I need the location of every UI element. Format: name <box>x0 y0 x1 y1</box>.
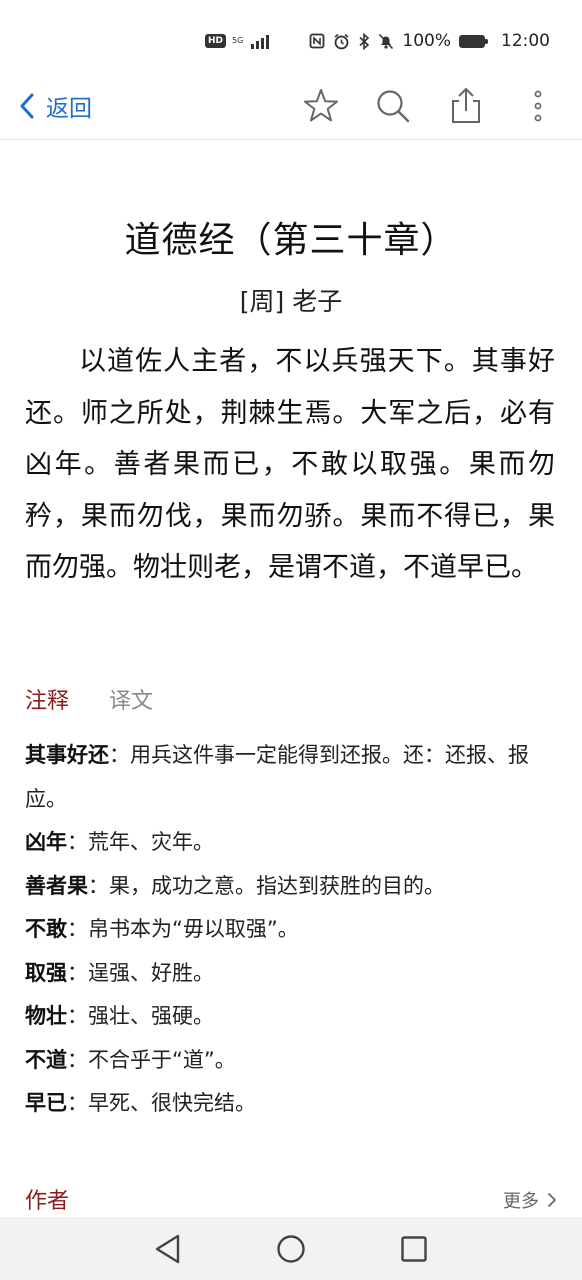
recents-square-icon[interactable] <box>394 1229 434 1269</box>
more-vertical-icon[interactable] <box>518 86 558 126</box>
back-label: 返回 <box>46 96 92 122</box>
chevron-right-icon <box>548 1193 556 1207</box>
bluetooth-icon <box>359 32 370 50</box>
tab-annotations[interactable]: 注释 <box>25 683 69 715</box>
note-term: 凶年 <box>25 830 67 854</box>
search-icon[interactable] <box>373 86 413 126</box>
clock: 12:00 <box>501 31 550 51</box>
note-item: 不道：不合乎于“道”。 <box>25 1039 545 1083</box>
poem-author: [周] 老子 <box>239 287 343 316</box>
annotations-list: 其事好还：用兵这件事一定能得到还报。还：还报、报应。 凶年：荒年、灾年。 善者果… <box>25 734 545 1126</box>
author-heading: 作者 <box>25 1189 70 1214</box>
note-term: 不道 <box>25 1047 67 1072</box>
note-term: 其事好还 <box>25 743 109 767</box>
network-type: 5G <box>232 36 244 45</box>
tab-translation[interactable]: 译文 <box>109 683 153 715</box>
status-right: 100% 12:00 <box>309 31 550 51</box>
note-text: ：不合乎于“道”。 <box>67 1047 236 1072</box>
mute-icon <box>379 33 394 49</box>
poem-body: 以道佐人主者，不以兵强天下。其事好还。师之所处，荆棘生焉。大军之后，必有凶年。善… <box>25 346 555 583</box>
note-term: 不敢 <box>25 917 67 941</box>
note-item: 物壮：强壮、强硬。 <box>25 995 545 1039</box>
back-triangle-icon[interactable] <box>148 1229 188 1269</box>
note-text: ：荒年、灾年。 <box>67 830 214 854</box>
content-area[interactable]: 道德经（第三十章） [周] 老子 以道佐人主者，不以兵强天下。其事好还。师之所处… <box>0 141 582 1217</box>
note-term: 取强 <box>25 960 67 985</box>
share-icon[interactable] <box>446 86 486 126</box>
battery-icon <box>459 34 488 48</box>
chevron-left-icon <box>20 93 34 119</box>
note-item: 取强：逞强、好胜。 <box>25 952 545 996</box>
note-text: ：帛书本为“毋以取强”。 <box>67 917 299 941</box>
poem-title: 道德经（第三十章） <box>124 220 458 261</box>
note-term: 早已 <box>25 1091 67 1115</box>
note-term: 物壮 <box>25 1004 67 1028</box>
more-label: 更多 <box>503 1191 539 1212</box>
tab-bar: 注释 译文 <box>25 683 153 715</box>
star-icon[interactable] <box>301 86 341 126</box>
home-circle-icon[interactable] <box>271 1229 311 1269</box>
toolbar: 返回 <box>0 72 582 140</box>
back-button[interactable]: 返回 <box>18 86 92 126</box>
note-text: ：早死、很快完结。 <box>67 1091 256 1115</box>
note-item: 不敢：帛书本为“毋以取强”。 <box>25 908 545 952</box>
note-item: 早已：早死、很快完结。 <box>25 1082 545 1126</box>
hd-icon: HD <box>205 34 227 48</box>
signal-icon <box>251 33 270 49</box>
battery-percent: 100% <box>402 31 451 51</box>
author-section: 作者 更多 <box>25 1183 557 1214</box>
network-indicators: HD 5G <box>205 33 270 49</box>
note-item: 凶年：荒年、灾年。 <box>25 821 545 865</box>
alarm-icon <box>334 33 349 49</box>
note-item: 善者果：果，成功之意。指达到获胜的目的。 <box>25 865 545 909</box>
note-text: ：强壮、强硬。 <box>67 1004 214 1028</box>
note-text: ：果，成功之意。指达到获胜的目的。 <box>88 873 445 898</box>
system-nav-bar <box>0 1217 582 1280</box>
note-item: 其事好还：用兵这件事一定能得到还报。还：还报、报应。 <box>25 734 545 821</box>
note-term: 善者果 <box>25 873 88 898</box>
more-link[interactable]: 更多 <box>503 1187 557 1213</box>
note-text: ：逞强、好胜。 <box>67 960 214 985</box>
nfc-icon <box>309 33 325 49</box>
